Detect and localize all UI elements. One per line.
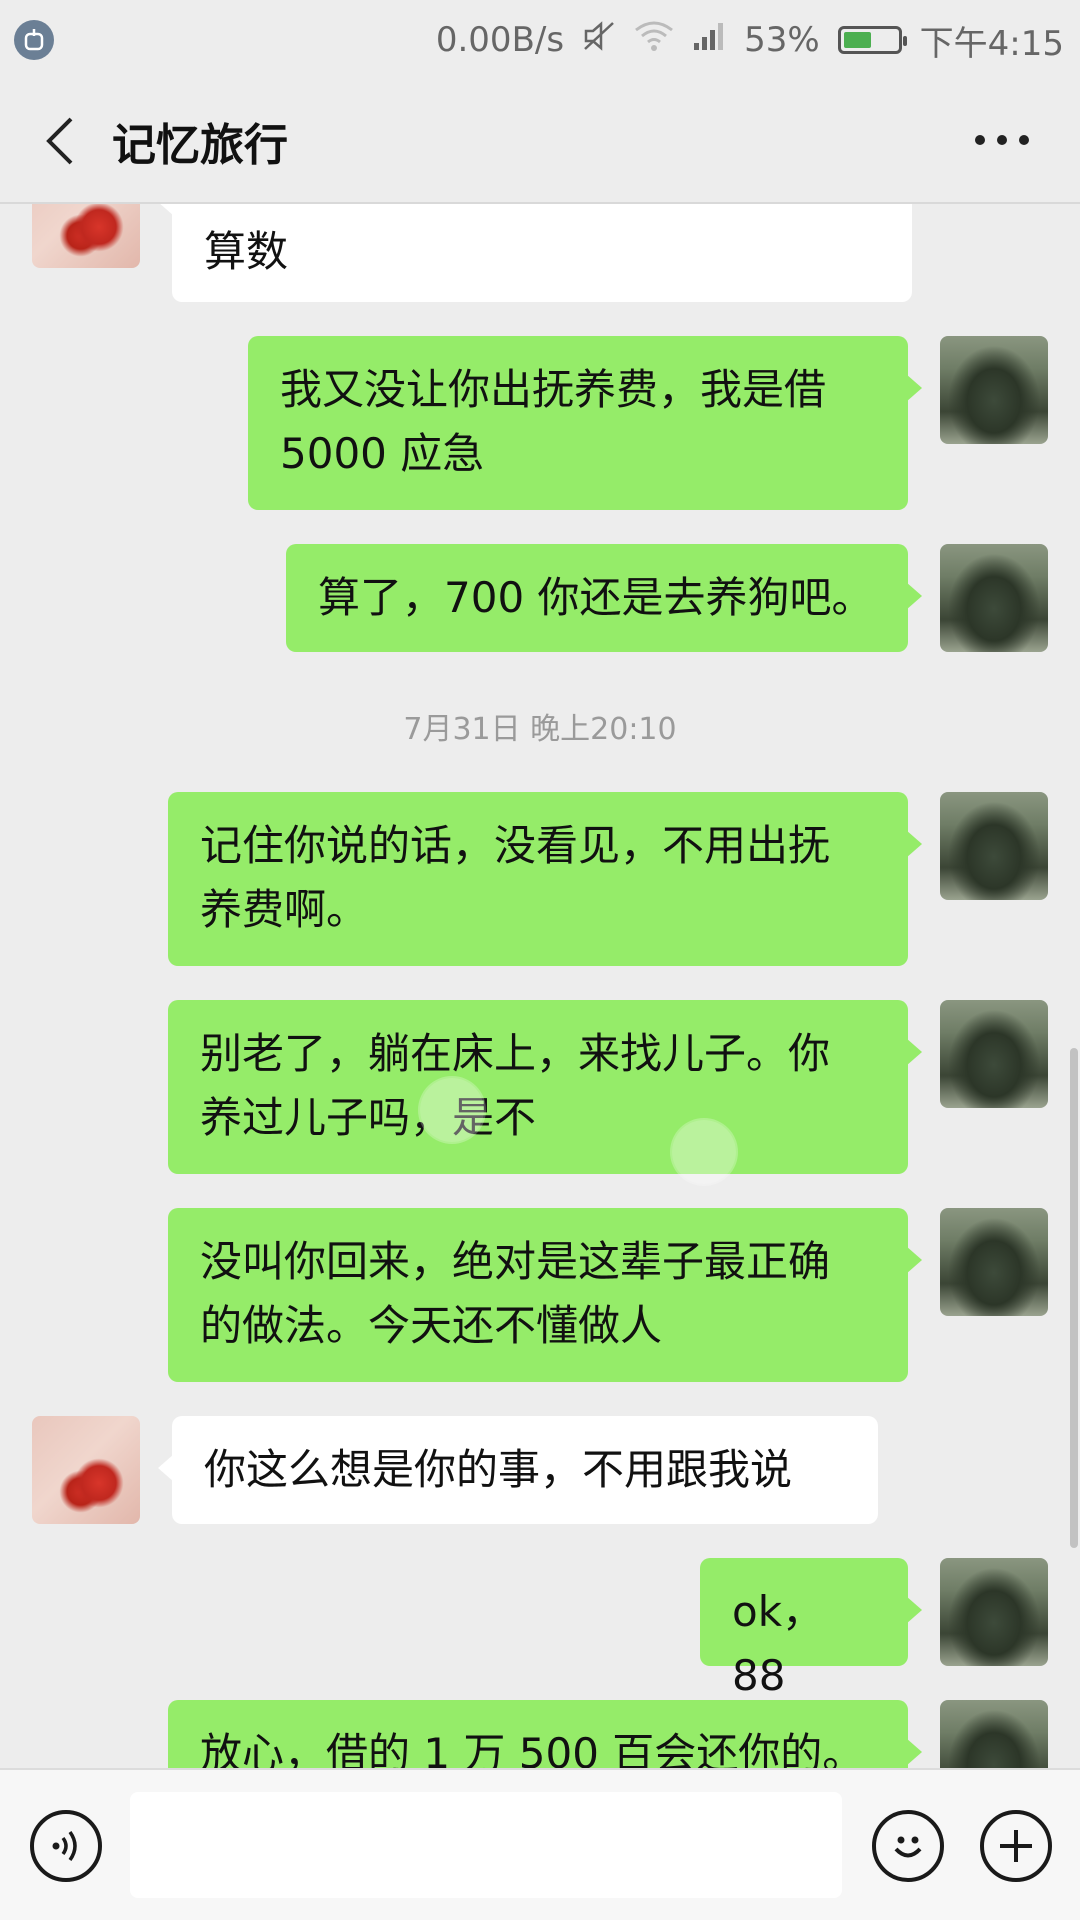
battery-icon — [837, 26, 907, 54]
battery-fill — [843, 32, 872, 48]
message-bubble-sent[interactable]: ok，88 — [700, 1558, 922, 1700]
my-avatar[interactable] — [940, 1700, 1048, 1768]
contact-avatar-image — [32, 1416, 140, 1524]
plus-icon — [1000, 1830, 1032, 1862]
chat-scrollbar[interactable] — [1070, 1048, 1078, 1548]
message-bubble-sent[interactable]: 我又没让你出抚养费，我是借 5000 应急 — [248, 336, 922, 510]
message-bubble-sent[interactable]: 放心，借的 1 万 500 百会还你的。 — [168, 1700, 922, 1768]
status-right: 0.00B/s 53% 下午4:15 — [436, 16, 1080, 65]
back-button[interactable] — [30, 101, 90, 181]
my-avatar-image — [940, 1208, 1048, 1316]
status-bar: 0.00B/s 53% 下午4:15 — [0, 0, 1080, 80]
clock: 下午4:15 — [919, 23, 1064, 64]
mute-icon — [582, 20, 616, 60]
message-timestamp: 7月31日 晚上20:10 — [403, 712, 677, 747]
more-button[interactable] — [962, 110, 1042, 170]
message-bubble-received[interactable]: 你这么想是你的事，不用跟我说 — [158, 1416, 878, 1524]
voice-icon — [52, 1830, 77, 1862]
my-avatar-image — [940, 1000, 1048, 1108]
status-left — [0, 20, 54, 60]
title-bar: 记忆旅行 — [0, 80, 1080, 204]
my-avatar-image — [940, 336, 1048, 444]
my-avatar[interactable] — [940, 792, 1048, 900]
my-avatar[interactable] — [940, 1208, 1048, 1316]
chat-area[interactable]: 算数 我又没让你出抚养费，我是借 5000 应急 算了，700 你还是去养狗吧。… — [0, 204, 1080, 1768]
message-bubble-sent[interactable]: 记住你说的话，没看见，不用出抚 养费啊。 — [168, 792, 922, 966]
chat-screen: 0.00B/s 53% 下午4:15 记忆旅行 算数 我又没让你出抚养费，我是借… — [0, 0, 1080, 1920]
network-speed: 0.00B/s — [435, 20, 565, 60]
notification-app-icon — [14, 20, 54, 60]
my-avatar[interactable] — [940, 544, 1048, 652]
my-avatar-image — [940, 544, 1048, 652]
signal-icon — [692, 20, 726, 60]
my-avatar-image — [940, 792, 1048, 900]
contact-avatar[interactable] — [32, 204, 140, 268]
emoji-button[interactable] — [872, 1810, 944, 1882]
message-input[interactable] — [130, 1792, 842, 1898]
touch-indicator — [420, 1078, 484, 1142]
wifi-icon — [634, 20, 674, 61]
message-bubble-sent[interactable]: 没叫你回来，绝对是这辈子最正确 的做法。今天还不懂做人 — [168, 1208, 922, 1382]
contact-avatar-image — [32, 204, 140, 268]
my-avatar-image — [940, 1700, 1048, 1768]
battery-percent: 53% — [744, 20, 820, 60]
my-avatar[interactable] — [940, 1000, 1048, 1108]
my-avatar[interactable] — [940, 1558, 1048, 1666]
more-horizontal-icon — [975, 135, 1029, 145]
voice-button[interactable] — [30, 1810, 102, 1882]
my-avatar-image — [940, 1558, 1048, 1666]
chat-title: 记忆旅行 — [112, 120, 288, 171]
more-functions-button[interactable] — [980, 1810, 1052, 1882]
contact-avatar[interactable] — [32, 1416, 140, 1524]
my-avatar[interactable] — [940, 336, 1048, 444]
message-bubble-received[interactable]: 算数 — [158, 204, 912, 302]
message-bubble-sent[interactable]: 别老了，躺在床上，来找儿子。你 养过儿子吗，是不 — [168, 1000, 922, 1174]
chevron-left-icon — [46, 117, 73, 165]
input-bar — [0, 1768, 1080, 1920]
emoji-icon — [894, 1836, 922, 1858]
message-bubble-sent[interactable]: 算了，700 你还是去养狗吧。 — [286, 544, 922, 652]
touch-indicator — [672, 1120, 736, 1184]
